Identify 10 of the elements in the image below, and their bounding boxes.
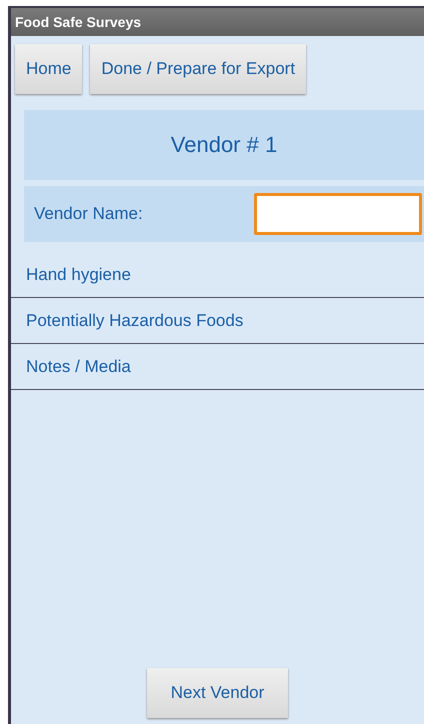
window-title: Food Safe Surveys (15, 14, 142, 30)
vendor-heading: Vendor # 1 (24, 110, 424, 180)
section-item[interactable]: Potentially Hazardous Foods (11, 298, 424, 344)
vendor-name-label: Vendor Name: (34, 204, 143, 224)
home-button[interactable]: Home (15, 44, 82, 94)
section-item[interactable]: Hand hygiene (11, 252, 424, 298)
section-item[interactable]: Notes / Media (11, 344, 424, 390)
export-button[interactable]: Done / Prepare for Export (90, 44, 306, 94)
next-vendor-button[interactable]: Next Vendor (146, 668, 288, 718)
vendor-name-field[interactable] (254, 193, 422, 235)
